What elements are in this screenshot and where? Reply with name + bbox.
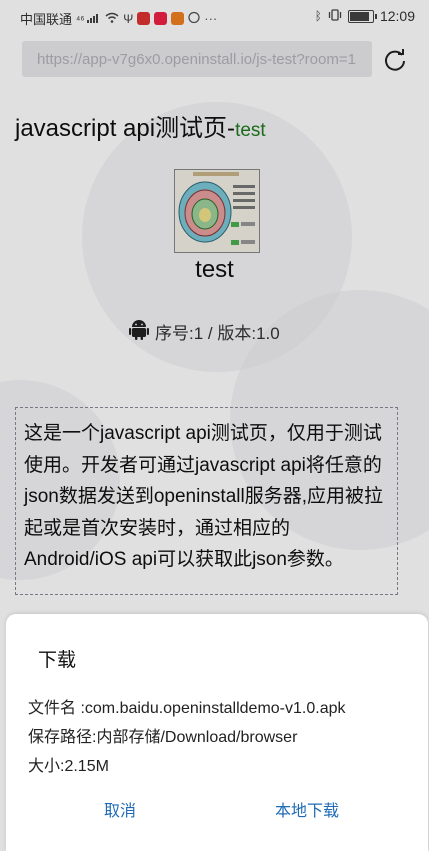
- file-size: 大小:2.15M: [28, 758, 109, 775]
- cancel-button[interactable]: 取消: [104, 797, 136, 821]
- browser-page: 中国联通 ⁴⁶ Ψ ··· ᛒ 12:09 https://app-v7g6x0…: [0, 0, 429, 851]
- save-path: 保存路径:内部存储/Download/browser: [28, 729, 298, 746]
- dialog-title: 下载: [38, 650, 77, 671]
- file-name: 文件名 :com.baidu.openinstalldemo-v1.0.apk: [28, 700, 346, 717]
- local-download-button[interactable]: 本地下载: [275, 797, 339, 821]
- download-dialog: 下载 文件名 :com.baidu.openinstalldemo-v1.0.a…: [6, 614, 428, 851]
